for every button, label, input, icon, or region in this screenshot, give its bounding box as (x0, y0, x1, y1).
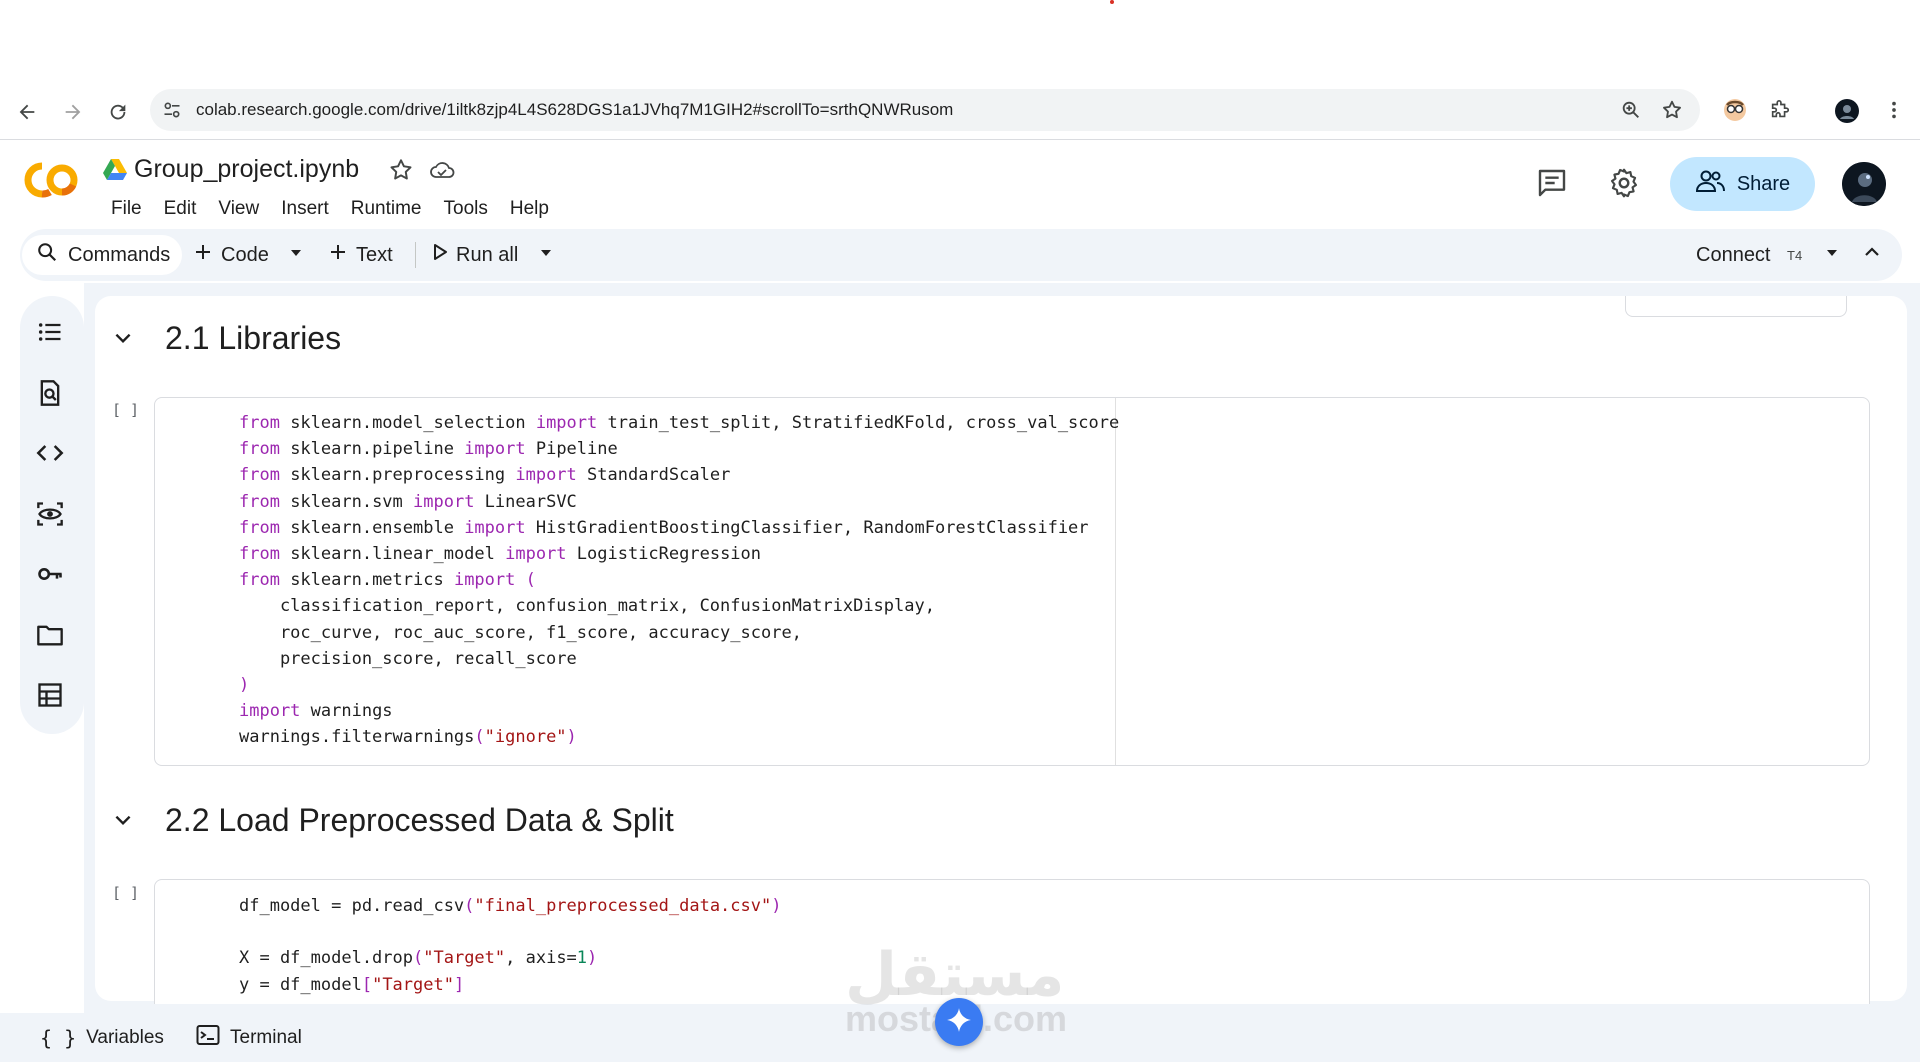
run-all-label: Run all (456, 243, 519, 266)
comments-icon[interactable] (1536, 167, 1568, 199)
colab-logo-icon[interactable] (22, 160, 80, 200)
cell-toolbar-partial[interactable] (1625, 296, 1847, 317)
add-text-button[interactable]: Text (328, 235, 393, 275)
curly-braces-icon: { } (40, 1026, 77, 1050)
variable-inspector-icon[interactable] (32, 496, 68, 532)
run-all-button[interactable]: Run all (432, 235, 518, 275)
menu-insert[interactable]: Insert (270, 196, 340, 222)
terminal-button[interactable]: Terminal (196, 1024, 302, 1052)
code-line: df_model = pd.read_csv("final_preprocess… (239, 896, 782, 916)
section-heading-load-data: 2.2 Load Preprocessed Data & Split (165, 802, 674, 838)
section-collapse-chevron-icon[interactable] (112, 327, 134, 349)
bookmark-star-icon[interactable] (1660, 98, 1684, 122)
code-line: from sklearn.svm import LinearSVC (239, 491, 577, 512)
table-of-contents-icon[interactable] (32, 314, 68, 350)
add-text-label: Text (356, 243, 393, 266)
recording-dot (1110, 0, 1114, 4)
top-blank-area (0, 0, 1920, 85)
sparkle-icon (946, 1007, 972, 1038)
data-table-icon[interactable] (32, 677, 68, 713)
menu-runtime[interactable]: Runtime (340, 196, 433, 222)
code-line: from sklearn.ensemble import HistGradien… (239, 517, 1089, 538)
forward-icon[interactable] (56, 95, 90, 129)
settings-gear-icon[interactable] (1608, 167, 1640, 199)
menu-file[interactable]: File (100, 196, 153, 222)
google-drive-icon (103, 158, 127, 180)
code-cell-libraries[interactable]: from sklearn.model_selection import trai… (154, 397, 1870, 766)
extension-glasses-icon[interactable] (1722, 97, 1748, 123)
code-editor[interactable]: from sklearn.model_selection import trai… (239, 410, 1119, 751)
commands-button[interactable]: Commands (22, 235, 183, 275)
files-folder-icon[interactable] (32, 617, 68, 653)
section-collapse-chevron-icon[interactable] (112, 809, 134, 831)
share-people-icon (1695, 169, 1725, 199)
secrets-key-icon[interactable] (32, 556, 68, 592)
variables-button[interactable]: { } Variables (40, 1024, 164, 1052)
search-icon (36, 241, 58, 269)
variables-label: Variables (86, 1027, 164, 1048)
code-line: from sklearn.pipeline import Pipeline (239, 439, 618, 460)
extensions-puzzle-icon[interactable] (1768, 98, 1792, 122)
run-all-dropdown-button[interactable] (538, 235, 554, 275)
toolbar-divider (415, 242, 416, 268)
chevron-up-icon (1862, 242, 1882, 268)
plus-icon (328, 242, 348, 268)
code-editor[interactable]: df_model = pd.read_csv("final_preprocess… (239, 893, 781, 998)
url-text[interactable]: colab.research.google.com/drive/1iltk8zj… (196, 100, 953, 120)
menu-view[interactable]: View (207, 196, 270, 222)
code-dropdown-button[interactable] (288, 235, 304, 275)
add-code-label: Code (221, 243, 269, 266)
menu-bar: File Edit View Insert Runtime Tools Help (100, 196, 560, 222)
caret-down-icon (1824, 244, 1840, 267)
caret-down-icon (288, 244, 304, 267)
code-line: roc_curve, roc_auc_score, f1_score, accu… (239, 622, 802, 643)
run-cell-indicator[interactable]: [ ] (112, 884, 139, 902)
reload-icon[interactable] (101, 95, 135, 129)
menu-tools[interactable]: Tools (433, 196, 499, 222)
gemini-assistant-button[interactable] (935, 998, 983, 1046)
run-cell-indicator[interactable]: [ ] (112, 401, 139, 419)
add-code-button[interactable]: Code (193, 235, 269, 275)
code-line: classification_report, confusion_matrix,… (239, 596, 935, 617)
browser-menu-icon[interactable] (1882, 98, 1906, 122)
code-line: from sklearn.model_selection import trai… (239, 413, 1120, 433)
menu-edit[interactable]: Edit (153, 196, 208, 222)
account-avatar[interactable] (1842, 162, 1886, 206)
cloud-saved-icon[interactable] (428, 157, 456, 183)
connect-dropdown-button[interactable] (1824, 235, 1840, 275)
find-replace-icon[interactable] (32, 375, 68, 411)
code-line: y = df_model["Target"] (239, 974, 465, 995)
terminal-label: Terminal (230, 1027, 302, 1048)
site-settings-icon[interactable] (160, 98, 184, 122)
runtime-type-badge: T4 (1787, 248, 1803, 263)
zoom-icon[interactable] (1619, 98, 1643, 122)
star-notebook-icon[interactable] (388, 157, 414, 183)
connect-button[interactable]: Connect (1696, 244, 1771, 267)
code-line: precision_score, recall_score (239, 648, 577, 669)
back-icon[interactable] (10, 95, 44, 129)
terminal-icon (196, 1024, 220, 1052)
share-label: Share (1736, 172, 1791, 195)
section-heading-libraries: 2.1 Libraries (165, 320, 342, 356)
code-line: import warnings (239, 701, 393, 722)
code-line: from sklearn.preprocessing import Standa… (239, 465, 731, 486)
code-snippets-icon[interactable] (32, 435, 68, 471)
code-line: from sklearn.metrics import ( (239, 570, 536, 591)
code-line: X = df_model.drop("Target", axis=1) (239, 948, 598, 969)
collapse-header-button[interactable] (1862, 235, 1882, 275)
caret-down-icon (538, 244, 554, 267)
menu-help[interactable]: Help (499, 196, 560, 222)
browser-profile-avatar[interactable] (1834, 98, 1860, 124)
plus-icon (193, 242, 213, 268)
share-button[interactable]: Share (1670, 157, 1815, 211)
commands-label: Commands (68, 243, 171, 266)
code-line: ) (239, 675, 250, 696)
code-line: from sklearn.linear_model import Logisti… (239, 544, 762, 565)
code-line: warnings.filterwarnings("ignore") (239, 727, 577, 748)
notebook-title[interactable]: Group_project.ipynb (134, 155, 359, 184)
play-icon (432, 243, 448, 267)
